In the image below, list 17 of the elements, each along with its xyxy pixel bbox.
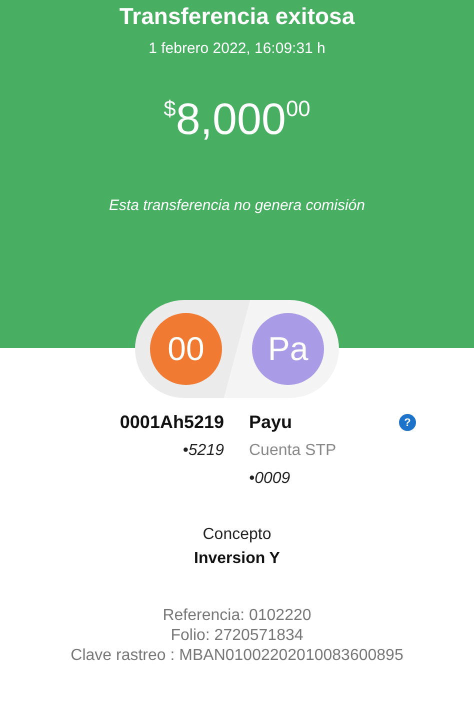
destination-account-number: •0009 [249, 469, 290, 489]
transfer-date: 1 febrero 2022, 16:09:31 h [148, 40, 326, 57]
destination-name: Payu [249, 411, 292, 434]
origin-avatar: 00 [150, 313, 222, 385]
transfer-detail: Folio: 2720571834 [170, 626, 304, 646]
help-icon[interactable]: ? [399, 414, 416, 431]
commission-note: Esta transferencia no genera comisión [109, 197, 365, 214]
origin-account-number: •5219 [182, 441, 224, 461]
origin-account-name: 0001Ah5219 [120, 411, 224, 434]
transfer-amount: $^{$}$8,000$^{00}$ [164, 95, 310, 145]
concept-value: Inversion Y [194, 550, 280, 568]
success-title: Transferencia exitosa [119, 3, 355, 30]
transfer-detail: Referencia: 0102220 [162, 606, 312, 626]
concept-label: Concepto [202, 526, 272, 544]
transfer-detail: Clave rastreo : MBAN01002202010083600895 [70, 646, 404, 666]
destination-bank: Cuenta STP [249, 441, 336, 461]
destination-avatar: Pa [252, 313, 324, 385]
